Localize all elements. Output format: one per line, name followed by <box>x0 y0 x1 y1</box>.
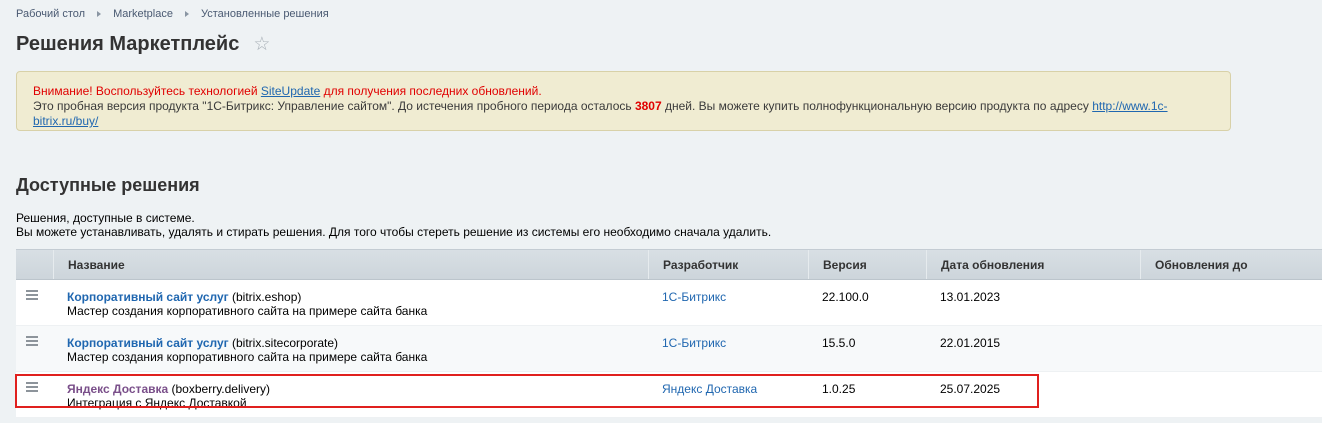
trial-days: 3807 <box>634 99 662 113</box>
table-header: Название Разработчик Версия Дата обновле… <box>16 249 1322 280</box>
trial-middle: дней. Вы можете купить полнофункциональн… <box>661 99 1093 113</box>
version-cell: 22.100.0 <box>822 290 869 304</box>
menu-icon[interactable] <box>26 336 38 346</box>
trial-notice: Это пробная версия продукта "1С-Битрикс:… <box>33 99 1230 129</box>
row-actions <box>16 372 53 417</box>
updates-until-cell <box>1140 372 1322 417</box>
row-actions <box>16 326 53 371</box>
version-cell: 1.0.25 <box>822 382 856 396</box>
solution-code: (bitrix.sitecorporate) <box>228 336 339 350</box>
section-description: Решения, доступные в системе. Вы можете … <box>16 211 771 239</box>
menu-icon[interactable] <box>26 382 38 392</box>
description-line-1: Решения, доступные в системе. <box>16 211 195 225</box>
name-cell: Корпоративный сайт услуг (bitrix.eshop) … <box>53 280 648 325</box>
notice-panel: Внимание! Воспользуйтесь технологией Sit… <box>16 71 1231 131</box>
header-update-date[interactable]: Дата обновления <box>926 250 1140 279</box>
warning-prefix: Внимание! Воспользуйтесь технологией <box>33 84 261 98</box>
date-cell: 25.07.2025 <box>940 382 1001 396</box>
warning-suffix: для получения последних обновлений. <box>320 84 542 98</box>
table-row: Корпоративный сайт услуг (bitrix.eshop) … <box>16 280 1322 326</box>
header-actions <box>16 250 53 279</box>
developer-cell: 1С-Битрикс <box>648 326 808 371</box>
developer-cell: Яндекс Доставка <box>648 372 808 417</box>
developer-link[interactable]: 1С-Битрикс <box>662 290 726 304</box>
siteupdate-link[interactable]: SiteUpdate <box>261 84 320 98</box>
header-updates-until[interactable]: Обновления до <box>1140 250 1322 279</box>
solution-description: Мастер создания корпоративного сайта на … <box>67 304 428 318</box>
developer-link[interactable]: 1С-Битрикс <box>662 336 726 350</box>
solution-code: (bitrix.eshop) <box>228 290 302 304</box>
trial-prefix: Это пробная версия продукта "1С-Битрикс:… <box>33 99 635 113</box>
developer-link[interactable]: Яндекс Доставка <box>662 382 757 396</box>
row-actions <box>16 280 53 325</box>
date-cell: 13.01.2023 <box>940 290 1001 304</box>
header-version[interactable]: Версия <box>808 250 926 279</box>
breadcrumb-marketplace[interactable]: Marketplace <box>113 8 173 20</box>
table-row: Яндекс Доставка (boxberry.delivery) Инте… <box>16 372 1322 418</box>
star-icon[interactable]: ☆ <box>253 33 270 56</box>
header-developer[interactable]: Разработчик <box>648 250 808 279</box>
solution-description: Мастер создания корпоративного сайта на … <box>67 350 428 364</box>
breadcrumb-installed[interactable]: Установленные решения <box>201 8 329 20</box>
solution-code: (boxberry.delivery) <box>168 382 270 396</box>
updates-until-cell <box>1140 280 1322 325</box>
section-title: Доступные решения <box>16 175 200 195</box>
updates-until-cell <box>1140 326 1322 371</box>
date-cell: 22.01.2015 <box>940 336 1001 350</box>
solution-name-link[interactable]: Корпоративный сайт услуг <box>67 290 229 304</box>
update-warning: Внимание! Воспользуйтесь технологией Sit… <box>33 84 1230 99</box>
version-cell: 15.5.0 <box>822 336 856 350</box>
table-row: Корпоративный сайт услуг (bitrix.sitecor… <box>16 326 1322 372</box>
name-cell: Корпоративный сайт услуг (bitrix.sitecor… <box>53 326 648 371</box>
name-cell: Яндекс Доставка (boxberry.delivery) Инте… <box>53 372 648 417</box>
description-line-2: Вы можете устанавливать, удалять и стира… <box>16 225 772 239</box>
header-name[interactable]: Название <box>53 250 648 279</box>
page-title-text: Решения Маркетплейс <box>16 33 240 55</box>
developer-cell: 1С-Битрикс <box>648 280 808 325</box>
solution-description: Интеграция с Яндекс Доставкой <box>67 396 247 410</box>
breadcrumb: Рабочий стол Marketplace Установленные р… <box>16 8 329 20</box>
chevron-right-icon <box>184 11 189 17</box>
solution-name-link[interactable]: Яндекс Доставка <box>67 382 168 396</box>
solutions-table: Название Разработчик Версия Дата обновле… <box>16 249 1322 418</box>
page-title: Решения Маркетплейс ☆ <box>16 33 270 56</box>
chevron-right-icon <box>97 11 102 17</box>
solution-name-link[interactable]: Корпоративный сайт услуг <box>67 336 229 350</box>
breadcrumb-desktop[interactable]: Рабочий стол <box>16 8 85 20</box>
menu-icon[interactable] <box>26 290 38 300</box>
